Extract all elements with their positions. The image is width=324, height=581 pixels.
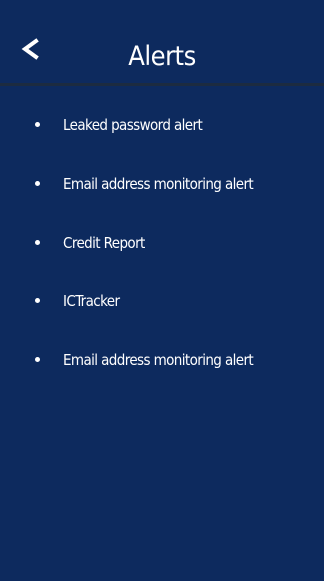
bullet-icon <box>35 240 40 245</box>
alert-item-email-monitoring[interactable]: Email address monitoring alert <box>0 169 324 199</box>
alert-item-ictracker[interactable]: ICTracker <box>0 286 324 316</box>
alert-item-label: ICTracker <box>63 292 120 310</box>
bullet-icon <box>35 122 40 127</box>
alert-item-label: Leaked password alert <box>63 116 203 134</box>
bullet-icon <box>35 181 40 186</box>
alert-item-credit-report[interactable]: Credit Report <box>0 228 324 258</box>
alerts-screen: Alerts Leaked password alert Email addre… <box>0 0 324 581</box>
alert-item-label: Email address monitoring alert <box>63 175 254 193</box>
page-title: Alerts <box>128 41 196 72</box>
alert-item-email-monitoring-2[interactable]: Email address monitoring alert <box>0 345 324 375</box>
alert-item-label: Email address monitoring alert <box>63 351 254 369</box>
bullet-icon <box>35 298 40 303</box>
header-bar: Alerts <box>0 0 324 86</box>
bullet-icon <box>35 357 40 362</box>
alert-item-label: Credit Report <box>63 234 145 252</box>
alert-item-leaked-password[interactable]: Leaked password alert <box>0 110 324 140</box>
